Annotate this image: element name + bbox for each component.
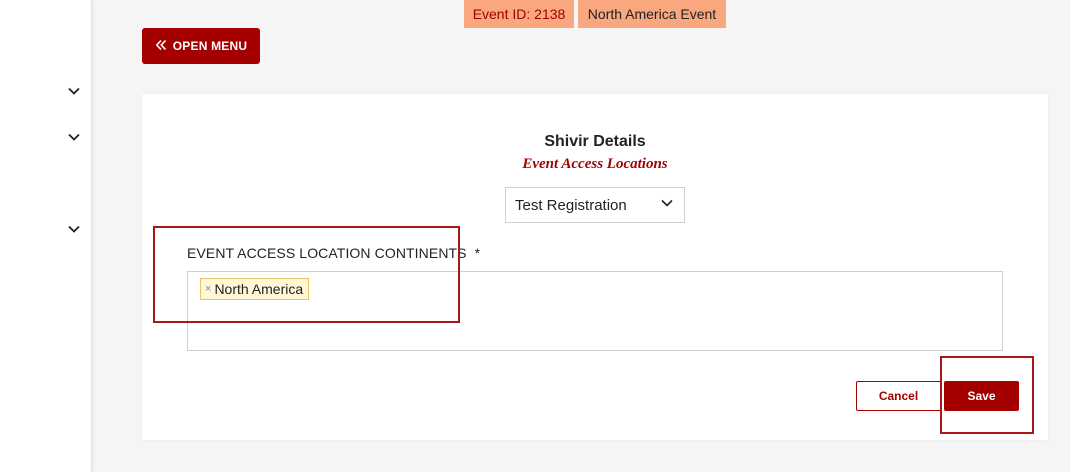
required-mark: * <box>474 245 481 261</box>
open-menu-label: OPEN MENU <box>172 39 248 53</box>
section-subtitle: Event Access Locations <box>522 156 668 172</box>
sidebar <box>0 0 92 472</box>
chevron-down-icon <box>660 196 674 214</box>
continents-label-text: EVENT ACCESS LOCATION CONTINENTS <box>187 245 467 261</box>
selected-tag: × North America <box>200 278 310 300</box>
save-button[interactable]: Save <box>944 381 1019 411</box>
event-id-badge: Event ID: 2138 <box>464 0 574 28</box>
shivir-details-card: Shivir Details Event Access Locations Te… <box>142 94 1048 440</box>
chevron-down-icon[interactable] <box>66 129 82 145</box>
selected-tag-label: North America <box>214 281 304 297</box>
open-menu-button[interactable]: OPEN MENU <box>142 28 260 64</box>
registration-select[interactable]: Test Registration <box>505 187 685 223</box>
close-icon[interactable]: × <box>205 283 211 295</box>
event-name-badge: North America Event <box>578 0 726 28</box>
continents-field-label: EVENT ACCESS LOCATION CONTINENTS * <box>187 245 480 261</box>
chevron-down-icon[interactable] <box>66 221 82 237</box>
event-badges: Event ID: 2138 North America Event <box>464 0 726 28</box>
continents-multiselect[interactable]: × North America <box>187 271 1003 351</box>
double-chevron-left-icon <box>155 39 167 54</box>
chevron-down-icon[interactable] <box>66 83 82 99</box>
cancel-button[interactable]: Cancel <box>856 381 941 411</box>
page-title: Shivir Details <box>544 133 646 150</box>
registration-select-value: Test Registration <box>515 196 627 214</box>
